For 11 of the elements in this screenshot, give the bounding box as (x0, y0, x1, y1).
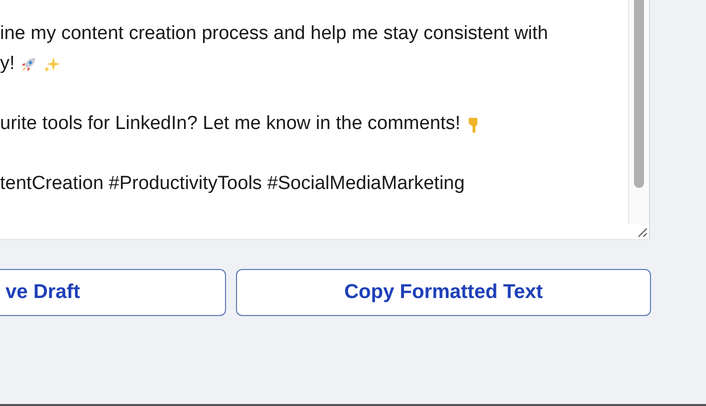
scrollbar[interactable] (628, 0, 649, 224)
post-text-line: urite tools for LinkedIn? Let me know in the comments! (0, 112, 460, 136)
resize-grip-icon[interactable] (636, 226, 648, 238)
post-text-line: y! (0, 52, 15, 76)
post-text-line: tentCreation #ProductivityTools #SocialMediaMarketing (0, 172, 465, 196)
text-editor[interactable]: ine my content creation process and help me stay consistent with y! urite tools for LinkedIn? Let me know in the comments! tentCreation #ProductivityTools #SocialMediaMarketing (0, 0, 650, 240)
scrollbar-thumb[interactable] (634, 0, 644, 188)
action-button[interactable]: Copy Formatted Text (236, 269, 651, 316)
action-button[interactable]: ve Draft (0, 269, 226, 316)
sparkles-icon (42, 54, 61, 74)
post-text-line: ine my content creation process and help me stay consistent with (0, 22, 548, 46)
